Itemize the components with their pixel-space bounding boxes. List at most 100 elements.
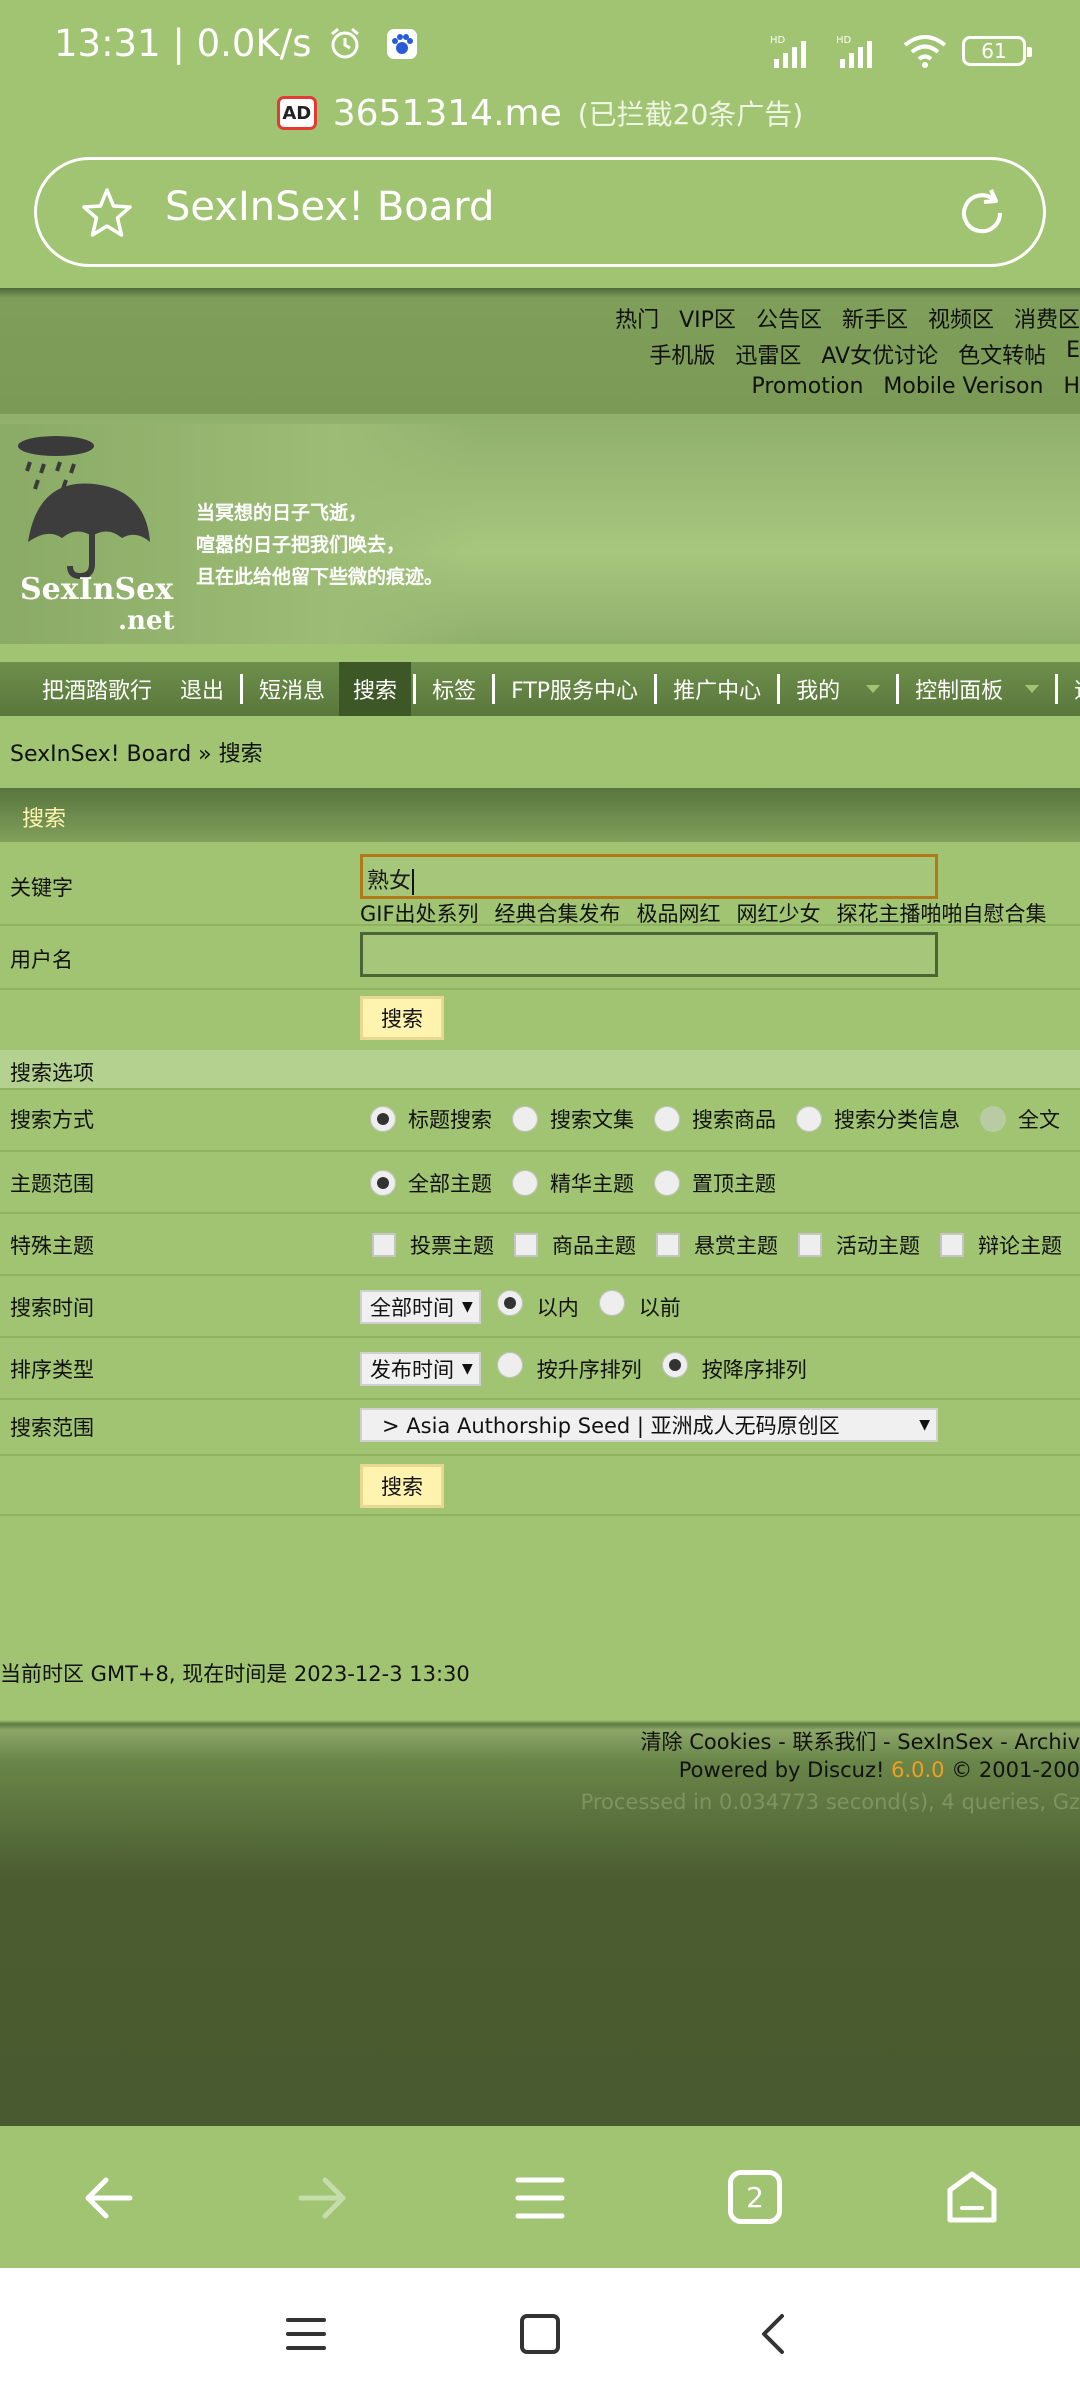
keyword-input[interactable]: 熟女	[360, 854, 938, 899]
address-bar[interactable]: SexInSex! Board	[34, 157, 1046, 267]
radio-all-topics[interactable]	[370, 1170, 396, 1196]
search-scope-row: 搜索范围 > Asia Authorship Seed | 亚洲成人无码原创区 ▼	[0, 1398, 1080, 1456]
header-link[interactable]: Mobile Verison	[883, 374, 1043, 410]
select-value: 发布时间	[370, 1358, 454, 1382]
nav-item-mine[interactable]: 我的	[782, 662, 894, 716]
radio-label: 标题搜索	[408, 1108, 492, 1132]
special-topics-label: 特殊主题	[10, 1234, 94, 1258]
hot-tag[interactable]: 网红少女	[737, 898, 821, 928]
header-link[interactable]: H	[1063, 374, 1080, 410]
hot-tag[interactable]: GIF出处系列	[360, 898, 479, 928]
header-link[interactable]: VIP区	[679, 302, 736, 338]
search-method-options: 标题搜索 搜索文集 搜索商品 搜索分类信息 全文	[360, 1104, 1060, 1134]
nav-separator	[654, 674, 658, 704]
menu-icon[interactable]	[512, 2170, 568, 2226]
checkbox-debate[interactable]	[940, 1233, 964, 1257]
special-topics-row: 特殊主题 投票主题 商品主题 悬赏主题 活动主题 辩论主题	[0, 1212, 1080, 1276]
nav-item-label: 搜索	[353, 679, 398, 704]
radio-label: 全部主题	[408, 1172, 492, 1196]
url-domain[interactable]: 3651314.me	[333, 93, 562, 134]
nav-item-tags[interactable]: 标签	[418, 662, 490, 716]
reload-icon[interactable]	[955, 186, 1009, 240]
checkbox-poll[interactable]	[372, 1233, 396, 1257]
forward-arrow-icon[interactable]	[295, 2170, 351, 2226]
search-method-label: 搜索方式	[10, 1108, 94, 1132]
header-link[interactable]: 手机版	[649, 338, 715, 374]
submit-button-label: 搜索	[381, 1475, 423, 1499]
radio-goods-search[interactable]	[654, 1106, 680, 1132]
nav-item-tools[interactable]: 道具	[1060, 662, 1080, 716]
radio-title-search[interactable]	[370, 1106, 396, 1132]
address-title[interactable]: SexInSex! Board	[165, 184, 494, 230]
radio-sticky-topics[interactable]	[654, 1170, 680, 1196]
nav-item-ftp[interactable]: FTP服务中心	[497, 662, 652, 716]
nav-item-logout[interactable]: 退出	[166, 662, 238, 716]
select-value: 全部时间	[370, 1296, 454, 1320]
nav-separator	[413, 674, 417, 704]
home-square-icon[interactable]	[518, 2312, 562, 2356]
header-link[interactable]: 公告区	[756, 302, 822, 338]
signal-icon: HD	[770, 35, 806, 68]
radio-classified-search[interactable]	[796, 1106, 822, 1132]
topic-range-row: 主题范围 全部主题 精华主题 置顶主题	[0, 1150, 1080, 1214]
search-button[interactable]: 搜索	[360, 996, 444, 1040]
signal-icon-2: HD	[836, 35, 872, 68]
hot-tag[interactable]: 经典合集发布	[495, 898, 621, 928]
checkbox-activity[interactable]	[798, 1233, 822, 1257]
header-link[interactable]: 视频区	[928, 302, 994, 338]
header-link[interactable]: Promotion	[751, 374, 863, 410]
umbrella-logo-icon[interactable]	[8, 430, 188, 580]
home-icon[interactable]	[944, 2170, 1000, 2226]
username-input[interactable]	[360, 932, 938, 977]
timezone-info: 当前时区 GMT+8, 现在时间是 2023-12-3 13:30	[0, 1662, 470, 1686]
header-link[interactable]: 新手区	[842, 302, 908, 338]
logo-text: SexInSex	[20, 572, 174, 607]
recents-icon[interactable]	[284, 2312, 328, 2356]
header-link[interactable]: AV女优讨论	[821, 338, 938, 374]
forum-header: 热门 VIP区 公告区 新手区 视频区 消费区 手机版 迅雷区 AV女优讨论 色…	[0, 288, 1080, 417]
dropdown-arrow-icon: ▼	[462, 1299, 473, 1315]
ad-block-icon[interactable]: AD	[276, 96, 317, 130]
back-arrow-icon[interactable]	[80, 2170, 136, 2226]
radio-fulltext-search[interactable]	[980, 1106, 1006, 1132]
system-back-icon[interactable]	[752, 2312, 796, 2356]
hot-tags: GIF出处系列 经典合集发布 极品网红 网红少女 探花主播啪啪自慰合集	[360, 898, 1047, 928]
header-link[interactable]: 色文转帖	[958, 338, 1046, 374]
radio-label: 以前	[638, 1296, 681, 1320]
tabs-button[interactable]: 2	[728, 2170, 782, 2224]
sort-field-select[interactable]: 发布时间 ▼	[360, 1352, 481, 1386]
nav-item-control-panel[interactable]: 控制面板	[901, 662, 1053, 716]
breadcrumb[interactable]: SexInSex! Board » 搜索	[10, 736, 263, 768]
header-link[interactable]: 热门	[615, 302, 659, 338]
forum-scope-select[interactable]: > Asia Authorship Seed | 亚洲成人无码原创区 ▼	[360, 1408, 938, 1442]
star-icon[interactable]	[79, 186, 135, 242]
hot-tag[interactable]: 探花主播啪啪自慰合集	[837, 898, 1047, 928]
status-time: 13:31 | 0.0K/s	[54, 22, 419, 65]
submit-search-button[interactable]: 搜索	[360, 1464, 444, 1508]
nav-item-promotion[interactable]: 推广中心	[659, 662, 775, 716]
nav-item-search[interactable]: 搜索	[339, 662, 412, 716]
version[interactable]: 6.0.0	[891, 1758, 944, 1782]
search-time-select[interactable]: 全部时间 ▼	[360, 1290, 481, 1324]
radio-before[interactable]	[598, 1290, 625, 1316]
nav-item-messages[interactable]: 短消息	[245, 662, 339, 716]
radio-descending[interactable]	[661, 1352, 688, 1378]
radio-within[interactable]	[496, 1290, 523, 1316]
radio-ascending[interactable]	[496, 1352, 523, 1378]
header-link[interactable]: 消费区	[1014, 302, 1080, 338]
radio-label: 按升序排列	[536, 1358, 642, 1382]
checkbox-goods[interactable]	[514, 1233, 538, 1257]
footer-links[interactable]: 清除 Cookies - 联系我们 - SexInSex - Archiv	[641, 1726, 1080, 1756]
header-link[interactable]: 迅雷区	[735, 338, 801, 374]
svg-text:HD: HD	[836, 35, 852, 46]
hot-tag[interactable]: 极品网红	[637, 898, 721, 928]
checkbox-label: 辩论主题	[978, 1234, 1062, 1258]
radio-anthology-search[interactable]	[512, 1106, 538, 1132]
battery-level: 61	[981, 39, 1007, 63]
sort-type-label: 排序类型	[10, 1358, 94, 1382]
checkbox-reward[interactable]	[656, 1233, 680, 1257]
radio-digest-topics[interactable]	[512, 1170, 538, 1196]
nav-item-tavern[interactable]: 把酒踏歌行	[28, 662, 166, 716]
header-link[interactable]: E	[1066, 338, 1080, 374]
nav-separator	[240, 674, 244, 704]
